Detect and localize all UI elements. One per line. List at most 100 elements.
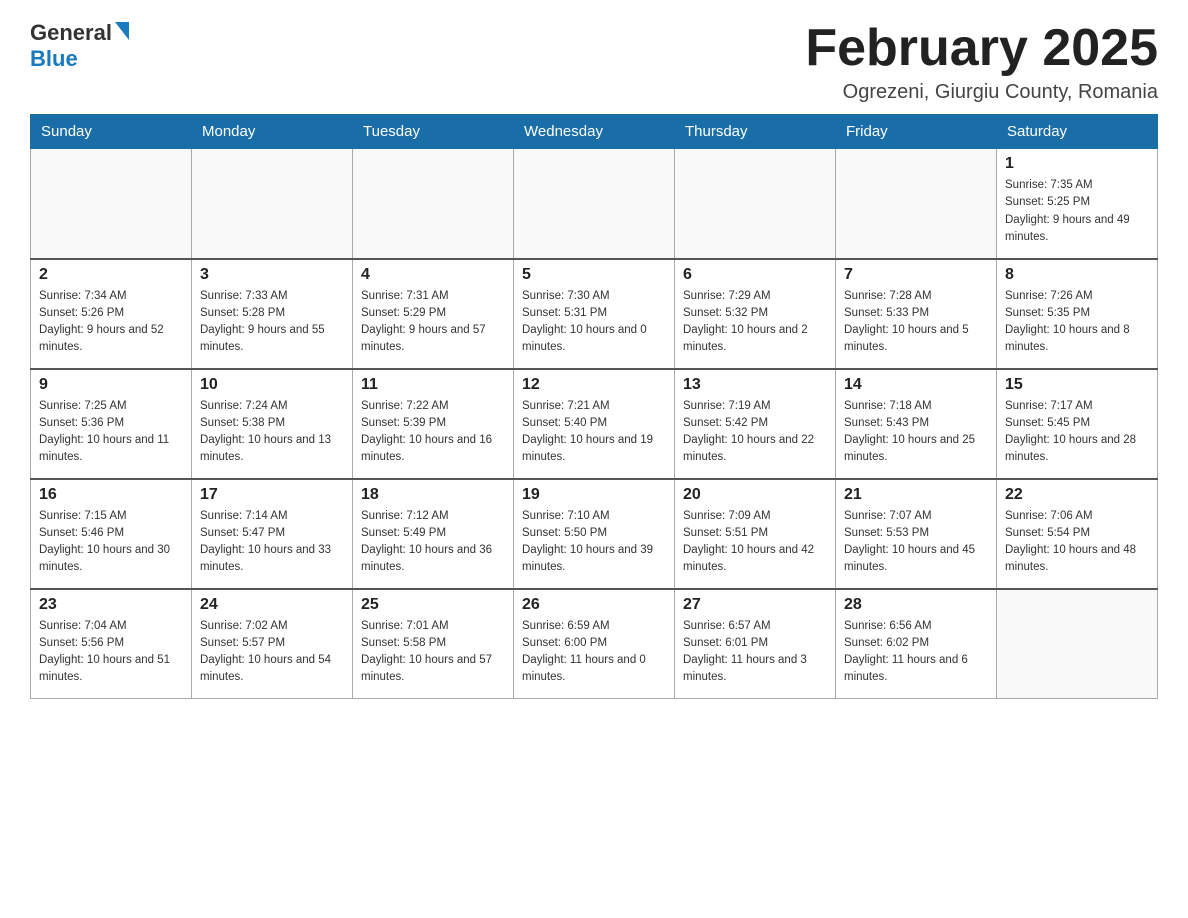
day-info: Sunrise: 7:09 AMSunset: 5:51 PMDaylight:… [683, 508, 827, 577]
day-info: Sunrise: 7:26 AMSunset: 5:35 PMDaylight:… [1005, 288, 1149, 357]
day-info: Sunrise: 7:04 AMSunset: 5:56 PMDaylight:… [39, 618, 183, 687]
calendar-cell: 27Sunrise: 6:57 AMSunset: 6:01 PMDayligh… [675, 589, 836, 699]
day-number: 18 [361, 486, 505, 504]
day-number: 2 [39, 266, 183, 284]
calendar-cell [514, 149, 675, 259]
day-info: Sunrise: 7:25 AMSunset: 5:36 PMDaylight:… [39, 398, 183, 467]
day-number: 9 [39, 376, 183, 394]
calendar-cell: 13 Sunrise: 7:19 AMSunset: 5:42 PMDayligh… [675, 369, 836, 479]
day-info: Sunrise: 7:14 AMSunset: 5:47 PMDaylight:… [200, 508, 344, 577]
day-number: 13 [683, 376, 827, 394]
logo-arrow-icon [115, 22, 129, 40]
day-info: Sunrise: 7:33 AMSunset: 5:28 PMDaylight:… [200, 288, 344, 357]
day-number: 14 [844, 376, 988, 394]
calendar-cell: 25Sunrise: 7:01 AMSunset: 5:58 PMDayligh… [353, 589, 514, 699]
calendar-cell: 7 Sunrise: 7:28 AMSunset: 5:33 PMDaylight… [836, 259, 997, 369]
day-number: 26 [522, 596, 666, 614]
day-info: Sunrise: 7:22 AMSunset: 5:39 PMDaylight:… [361, 398, 505, 467]
calendar-table: SundayMondayTuesdayWednesdayThursdayFrid… [30, 114, 1158, 699]
day-number: 6 [683, 266, 827, 284]
col-header-tuesday: Tuesday [353, 115, 514, 149]
day-info: Sunrise: 7:19 AMSunset: 5:42 PMDaylight:… [683, 398, 827, 467]
calendar-cell: 14 Sunrise: 7:18 AMSunset: 5:43 PMDayligh… [836, 369, 997, 479]
day-info: Sunrise: 7:29 AMSunset: 5:32 PMDaylight:… [683, 288, 827, 357]
day-number: 20 [683, 486, 827, 504]
calendar-cell: 16 Sunrise: 7:15 AMSunset: 5:46 PMDayligh… [31, 479, 192, 589]
calendar-cell: 28 Sunrise: 6:56 AMSunset: 6:02 PMDayligh… [836, 589, 997, 699]
day-number: 10 [200, 376, 344, 394]
calendar-cell [31, 149, 192, 259]
calendar-cell: 18Sunrise: 7:12 AMSunset: 5:49 PMDayligh… [353, 479, 514, 589]
calendar-week-row: 1 Sunrise: 7:35 AMSunset: 5:25 PMDaylight… [31, 149, 1158, 259]
day-info: Sunrise: 7:02 AMSunset: 5:57 PMDaylight:… [200, 618, 344, 687]
day-info: Sunrise: 7:21 AMSunset: 5:40 PMDaylight:… [522, 398, 666, 467]
calendar-week-row: 23 Sunrise: 7:04 AMSunset: 5:56 PMDayligh… [31, 589, 1158, 699]
day-info: Sunrise: 7:31 AMSunset: 5:29 PMDaylight:… [361, 288, 505, 357]
day-number: 19 [522, 486, 666, 504]
col-header-friday: Friday [836, 115, 997, 149]
day-info: Sunrise: 7:34 AMSunset: 5:26 PMDaylight:… [39, 288, 183, 357]
calendar-cell: 8 Sunrise: 7:26 AMSunset: 5:35 PMDaylight… [997, 259, 1158, 369]
day-number: 21 [844, 486, 988, 504]
calendar-cell: 10 Sunrise: 7:24 AMSunset: 5:38 PMDayligh… [192, 369, 353, 479]
calendar-cell: 11 Sunrise: 7:22 AMSunset: 5:39 PMDayligh… [353, 369, 514, 479]
day-info: Sunrise: 7:06 AMSunset: 5:54 PMDaylight:… [1005, 508, 1149, 577]
col-header-wednesday: Wednesday [514, 115, 675, 149]
col-header-sunday: Sunday [31, 115, 192, 149]
calendar-header-row: SundayMondayTuesdayWednesdayThursdayFrid… [31, 115, 1158, 149]
day-info: Sunrise: 7:35 AMSunset: 5:25 PMDaylight:… [1005, 177, 1149, 246]
month-title: February 2025 [805, 20, 1158, 77]
day-info: Sunrise: 7:15 AMSunset: 5:46 PMDaylight:… [39, 508, 183, 577]
calendar-cell: 21 Sunrise: 7:07 AMSunset: 5:53 PMDayligh… [836, 479, 997, 589]
day-info: Sunrise: 7:07 AMSunset: 5:53 PMDaylight:… [844, 508, 988, 577]
col-header-saturday: Saturday [997, 115, 1158, 149]
day-number: 23 [39, 596, 183, 614]
day-number: 27 [683, 596, 827, 614]
calendar-cell [675, 149, 836, 259]
day-number: 22 [1005, 486, 1149, 504]
day-info: Sunrise: 7:24 AMSunset: 5:38 PMDaylight:… [200, 398, 344, 467]
calendar-cell: 12 Sunrise: 7:21 AMSunset: 5:40 PMDayligh… [514, 369, 675, 479]
calendar-cell: 20 Sunrise: 7:09 AMSunset: 5:51 PMDayligh… [675, 479, 836, 589]
calendar-cell: 3 Sunrise: 7:33 AMSunset: 5:28 PMDaylight… [192, 259, 353, 369]
calendar-week-row: 2 Sunrise: 7:34 AMSunset: 5:26 PMDaylight… [31, 259, 1158, 369]
day-number: 17 [200, 486, 344, 504]
day-info: Sunrise: 7:17 AMSunset: 5:45 PMDaylight:… [1005, 398, 1149, 467]
calendar-cell: 5Sunrise: 7:30 AMSunset: 5:31 PMDaylight… [514, 259, 675, 369]
calendar-cell: 2 Sunrise: 7:34 AMSunset: 5:26 PMDaylight… [31, 259, 192, 369]
calendar-cell [353, 149, 514, 259]
calendar-cell [192, 149, 353, 259]
day-number: 11 [361, 376, 505, 394]
calendar-cell: 22 Sunrise: 7:06 AMSunset: 5:54 PMDayligh… [997, 479, 1158, 589]
day-number: 7 [844, 266, 988, 284]
day-info: Sunrise: 6:56 AMSunset: 6:02 PMDaylight:… [844, 618, 988, 687]
logo-blue-text: Blue [30, 46, 78, 71]
calendar-cell: 6 Sunrise: 7:29 AMSunset: 5:32 PMDaylight… [675, 259, 836, 369]
calendar-cell: 23 Sunrise: 7:04 AMSunset: 5:56 PMDayligh… [31, 589, 192, 699]
day-info: Sunrise: 7:10 AMSunset: 5:50 PMDaylight:… [522, 508, 666, 577]
day-info: Sunrise: 7:18 AMSunset: 5:43 PMDaylight:… [844, 398, 988, 467]
logo: General Blue [30, 20, 131, 72]
day-number: 3 [200, 266, 344, 284]
col-header-monday: Monday [192, 115, 353, 149]
day-info: Sunrise: 7:01 AMSunset: 5:58 PMDaylight:… [361, 618, 505, 687]
day-number: 16 [39, 486, 183, 504]
col-header-thursday: Thursday [675, 115, 836, 149]
day-number: 24 [200, 596, 344, 614]
calendar-cell: 1 Sunrise: 7:35 AMSunset: 5:25 PMDaylight… [997, 149, 1158, 259]
calendar-cell [836, 149, 997, 259]
calendar-cell [997, 589, 1158, 699]
calendar-cell: 26Sunrise: 6:59 AMSunset: 6:00 PMDayligh… [514, 589, 675, 699]
calendar-week-row: 16 Sunrise: 7:15 AMSunset: 5:46 PMDayligh… [31, 479, 1158, 589]
day-number: 1 [1005, 155, 1149, 173]
day-number: 12 [522, 376, 666, 394]
day-info: Sunrise: 7:28 AMSunset: 5:33 PMDaylight:… [844, 288, 988, 357]
day-number: 28 [844, 596, 988, 614]
day-number: 8 [1005, 266, 1149, 284]
day-info: Sunrise: 7:30 AMSunset: 5:31 PMDaylight:… [522, 288, 666, 357]
calendar-cell: 19 Sunrise: 7:10 AMSunset: 5:50 PMDayligh… [514, 479, 675, 589]
day-number: 4 [361, 266, 505, 284]
calendar-cell: 24 Sunrise: 7:02 AMSunset: 5:57 PMDayligh… [192, 589, 353, 699]
day-number: 15 [1005, 376, 1149, 394]
calendar-week-row: 9 Sunrise: 7:25 AMSunset: 5:36 PMDaylight… [31, 369, 1158, 479]
